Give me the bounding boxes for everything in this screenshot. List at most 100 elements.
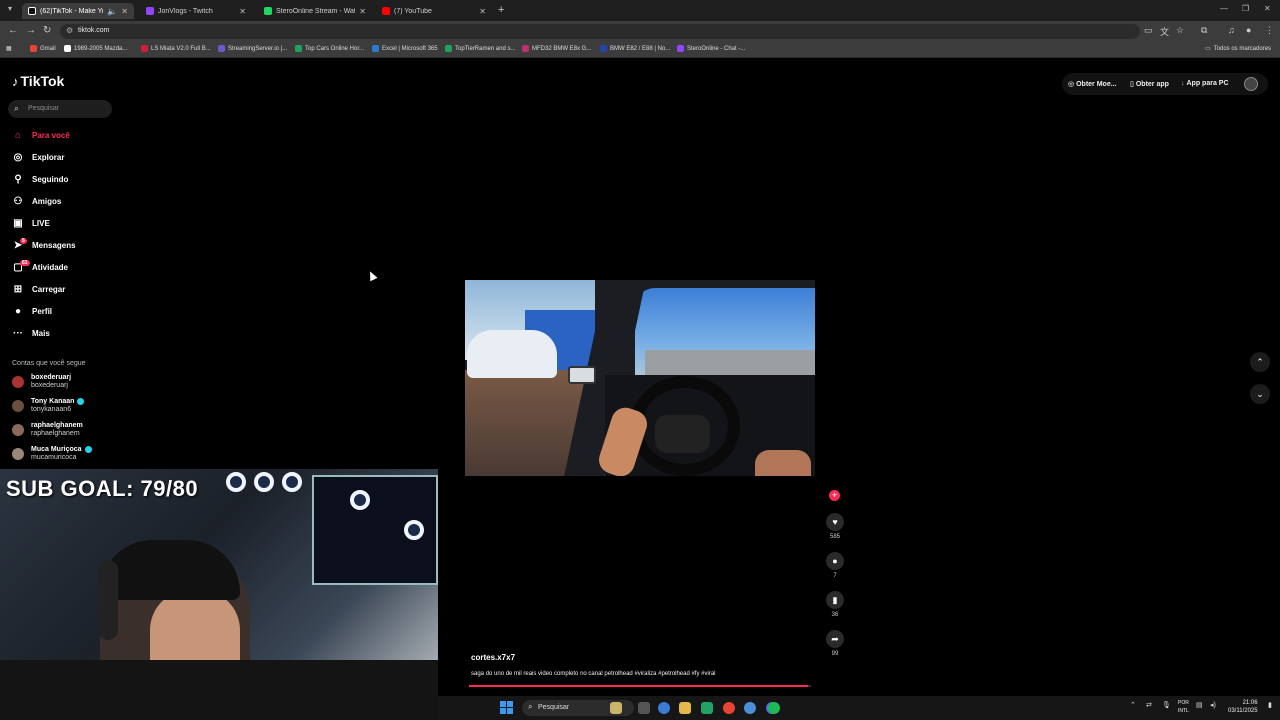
following-account[interactable]: boxederuarj boxederuarj (12, 374, 71, 389)
next-video-button[interactable]: ⌄ (1250, 384, 1270, 404)
like-button[interactable]: ♥ 585 (826, 513, 844, 540)
tray-chevron-up-icon[interactable]: ⌃ (1130, 701, 1136, 709)
get-coins-button[interactable]: ◎ Obter Moe... (1068, 80, 1117, 88)
following-accounts-title: Contas que você segue (12, 360, 86, 367)
webcam-shirt (0, 660, 438, 720)
cast-icon[interactable]: ▭ (1144, 25, 1153, 36)
site-info-icon[interactable]: ⚙ (66, 26, 73, 35)
file-explorer-icon[interactable] (679, 702, 691, 714)
task-view-icon[interactable] (638, 702, 650, 714)
nav-profile[interactable]: ● Perfil (12, 303, 52, 319)
tab-search-icon[interactable]: ▾ (8, 4, 12, 13)
nav-messages[interactable]: ➤ 5 Mensagens (12, 237, 76, 253)
nav-more[interactable]: ··· Mais (12, 325, 50, 341)
system-clock[interactable]: 21:06 03/11/2025 (1228, 699, 1258, 715)
tab-label: (7) YouTube (394, 7, 432, 15)
mute-icon[interactable]: 🔈 (107, 7, 117, 16)
media-icon[interactable]: ♫ (1228, 25, 1235, 35)
chrome-app-icon[interactable] (723, 702, 735, 714)
translate-icon[interactable]: 文 (1160, 25, 1169, 38)
comment-button[interactable]: ● 7 (826, 552, 844, 579)
apps-grid-icon[interactable]: ▦ (6, 45, 12, 52)
video-player[interactable] (465, 280, 815, 476)
search-highlight-icon (610, 702, 622, 714)
all-bookmarks-button[interactable]: ▭ Todos os marcadores (1205, 45, 1271, 53)
bookmark-favicon-icon (522, 45, 529, 52)
search-input[interactable]: ⌕ Pesquisar (8, 100, 112, 118)
tab-kick[interactable]: SteroOnline Stream - Watch Liv ✕ (258, 3, 372, 19)
avatar (12, 376, 24, 388)
windows-start-button[interactable] (500, 701, 514, 715)
minimize-icon[interactable]: — (1220, 4, 1228, 13)
tray-app-icon[interactable]: ⇄ (1146, 701, 1152, 709)
nav-for-you[interactable]: ⌂ Para você (12, 127, 70, 143)
nav-following[interactable]: ⚲ Seguindo (12, 171, 68, 187)
maximize-icon[interactable]: ❐ (1242, 4, 1249, 13)
close-tab-icon[interactable]: ✕ (359, 7, 366, 16)
nav-live[interactable]: ▣ LIVE (12, 215, 50, 231)
following-account[interactable]: Tony Kanaan tonykanaan6 (12, 398, 85, 413)
new-tab-button[interactable]: + (498, 4, 504, 16)
chevron-up-icon: ⌃ (1256, 357, 1264, 367)
extensions-icon[interactable]: ⧉ (1201, 25, 1207, 36)
back-icon[interactable]: ← (8, 25, 18, 36)
forward-icon[interactable]: → (26, 25, 36, 36)
account-handle: mucamuricoca (31, 454, 77, 461)
nav-activity[interactable]: ▢ 61 Atividade (12, 259, 68, 275)
notification-icon[interactable]: ▮ (1268, 701, 1272, 709)
bookmark-item[interactable]: Gmail (30, 45, 56, 52)
nav-explore[interactable]: ◎ Explorar (12, 149, 65, 165)
excel-app-icon[interactable] (701, 702, 713, 714)
copilot-icon[interactable] (658, 702, 670, 714)
tab-twitch[interactable]: JonVlogs - Twitch ✕ (140, 3, 252, 19)
user-avatar[interactable] (1244, 77, 1258, 91)
tab-tiktok[interactable]: (62)TikTok - Make Your Day 🔈 ✕ (22, 3, 134, 19)
bookmark-item[interactable]: TopTierRamen and s... (445, 45, 515, 52)
bookmark-item[interactable]: Excel | Microsoft 365 (372, 45, 438, 52)
share-button[interactable]: ➦ 99 (826, 630, 844, 657)
network-icon[interactable]: ▤ (1196, 701, 1203, 709)
spotify-app-icon[interactable] (768, 702, 780, 714)
comment-count: 7 (833, 573, 837, 579)
tab-youtube[interactable]: (7) YouTube ✕ (376, 3, 492, 19)
reload-icon[interactable]: ↻ (43, 25, 51, 36)
volume-icon[interactable]: ◂) (1210, 701, 1216, 709)
bookmark-star-icon[interactable]: ☆ (1176, 25, 1184, 36)
close-tab-icon[interactable]: ✕ (479, 7, 486, 16)
close-tab-icon[interactable]: ✕ (239, 7, 246, 16)
account-name: raphaelghanem (31, 422, 83, 429)
menu-kebab-icon[interactable]: ⋮ (1265, 25, 1274, 36)
tiktok-logo[interactable]: ♪ TikTok (12, 73, 64, 89)
bookmark-item[interactable]: 1989-2005 Mazda... (64, 45, 127, 52)
close-tab-icon[interactable]: ✕ (121, 7, 128, 16)
bookmark-item[interactable]: SteroOnline - Chat -... (677, 45, 745, 52)
browser-tab-bar: (62)TikTok - Make Your Day 🔈 ✕ JonVlogs … (0, 0, 1280, 21)
video-author[interactable]: cortes.x7x7 (471, 653, 515, 662)
follow-button[interactable]: + (829, 490, 840, 501)
bookmark-item[interactable]: Top Cars Online Hor... (295, 45, 364, 52)
video-progress-bar[interactable] (469, 685, 811, 687)
nav-upload[interactable]: ⊞ Carregar (12, 281, 66, 297)
get-app-button[interactable]: ▯ Obter app (1130, 80, 1169, 88)
microphone-icon[interactable]: 🎙 (1162, 701, 1171, 709)
pc-app-button[interactable]: ↓ App para PC (1181, 80, 1229, 87)
bookmark-item[interactable]: BMW E82 / E88 | No... (600, 45, 670, 52)
close-window-icon[interactable]: ✕ (1264, 4, 1271, 13)
clock-time: 21:06 (1242, 700, 1258, 706)
nav-friends[interactable]: ⚇ Amigos (12, 193, 62, 209)
bookmark-item[interactable]: LS Miata V2.0 Full B... (141, 45, 211, 52)
search-icon: ⌕ (14, 103, 20, 113)
following-account[interactable]: raphaelghanem raphaelghanem (12, 422, 83, 437)
edge-app-icon[interactable] (744, 702, 756, 714)
bookmark-label: 1989-2005 Mazda... (74, 45, 128, 52)
previous-video-button[interactable]: ⌃ (1250, 352, 1270, 372)
save-button[interactable]: ▮ 36 (826, 591, 844, 618)
following-account[interactable]: Muca Murіçoca mucamuricoca (12, 446, 92, 461)
bookmark-item[interactable]: StreamingServer.io |... (218, 45, 287, 52)
bookmark-item[interactable]: MFD32 BMW E8x G... (522, 45, 591, 52)
profile-avatar-icon[interactable]: ● (1246, 25, 1251, 35)
address-bar[interactable]: ⚙ tiktok.com (60, 24, 1140, 39)
language-indicator[interactable]: POR INTL (1178, 699, 1189, 715)
get-coins-label: Obter Moe... (1076, 81, 1117, 88)
save-count: 36 (831, 612, 839, 618)
